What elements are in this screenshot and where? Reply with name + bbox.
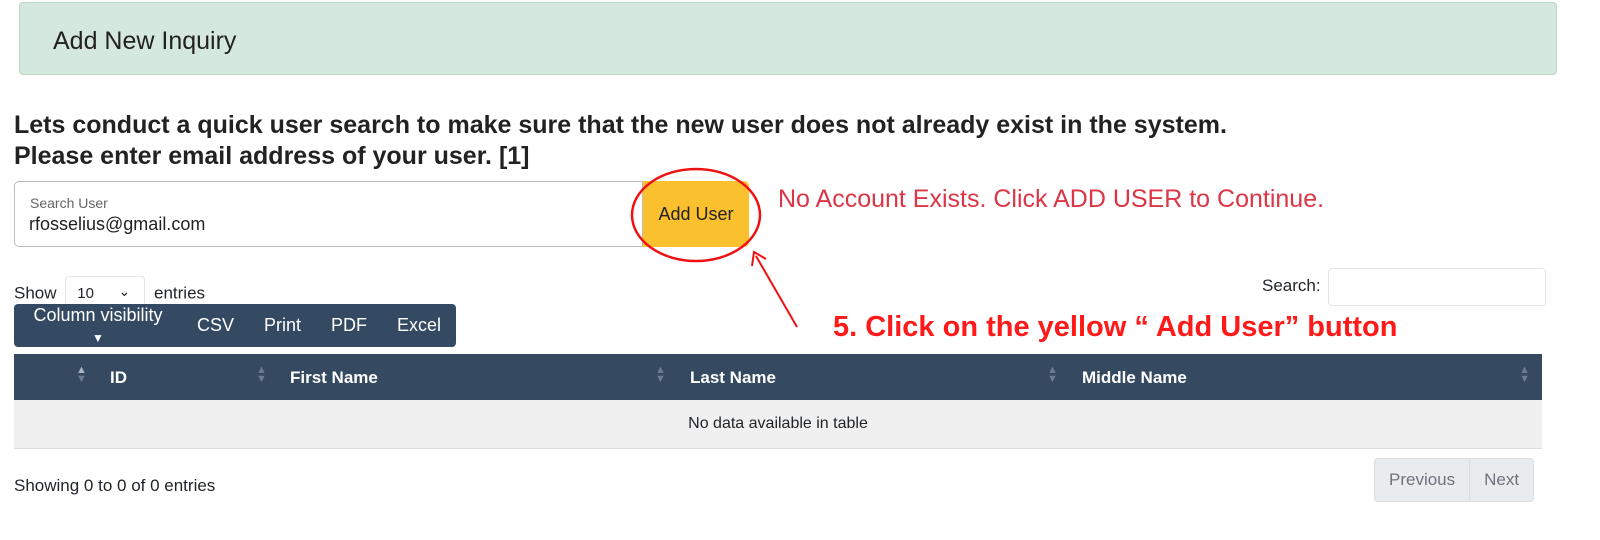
sort-icon: ▲ ▼ bbox=[1047, 364, 1058, 385]
status-message: No Account Exists. Click ADD USER to Con… bbox=[778, 185, 1325, 213]
annotation-text: 5. Click on the yellow “ Add User” butto… bbox=[833, 311, 1398, 343]
instruction-line-2: Please enter email address of your user.… bbox=[14, 142, 530, 170]
column-visibility-label: Column visibility bbox=[33, 304, 163, 325]
search-user-label: Search User bbox=[30, 195, 108, 211]
pdf-button[interactable]: PDF bbox=[316, 304, 382, 347]
annotation-arrow bbox=[755, 255, 798, 328]
sort-icon: ▲ ▼ bbox=[256, 364, 267, 385]
sort-icon: ▲ ▼ bbox=[76, 364, 87, 385]
search-user-field[interactable]: Search User bbox=[14, 181, 643, 247]
arrow-head-icon bbox=[751, 250, 767, 267]
column-header-first-name[interactable]: ▲ ▼ First Name bbox=[254, 354, 654, 400]
print-button[interactable]: Print bbox=[249, 304, 316, 347]
instruction-line-1: Lets conduct a quick user search to make… bbox=[14, 111, 1227, 139]
empty-table-message: No data available in table bbox=[14, 400, 1542, 449]
column-label: ID bbox=[110, 368, 127, 387]
table-search-label: Search: bbox=[1262, 276, 1321, 295]
table-row: No data available in table bbox=[14, 400, 1542, 449]
chevron-down-icon: ⌄ bbox=[118, 283, 131, 299]
column-header-last-name[interactable]: ▲ ▼ Last Name bbox=[654, 354, 1046, 400]
caret-down-icon: ▼ bbox=[92, 330, 104, 345]
table-header-row: ▲ ▼ ID ▲ ▼ First Name ▲ ▼ Last Name ▲ ▼ Middle N… bbox=[14, 354, 1542, 400]
column-label: Last Name bbox=[690, 368, 776, 387]
users-table: ▲ ▼ ID ▲ ▼ First Name ▲ ▼ Last Name ▲ ▼ Middle N… bbox=[14, 354, 1542, 449]
column-label: First Name bbox=[290, 368, 378, 387]
show-label: Show bbox=[14, 283, 57, 303]
csv-button[interactable]: CSV bbox=[182, 304, 249, 347]
table-search-input[interactable] bbox=[1328, 268, 1546, 306]
column-header-middle-name[interactable]: ▲ ▼ Middle Name ▲ ▼ bbox=[1046, 354, 1542, 400]
page-title: Add New Inquiry bbox=[53, 27, 237, 55]
column-label: Middle Name bbox=[1082, 368, 1187, 387]
column-visibility-button[interactable]: Column visibility ▼ bbox=[14, 304, 182, 347]
add-user-button[interactable]: Add User bbox=[643, 181, 749, 247]
next-page-button[interactable]: Next bbox=[1469, 459, 1534, 501]
pagination: Previous Next bbox=[1374, 458, 1535, 502]
previous-page-button[interactable]: Previous bbox=[1375, 459, 1470, 501]
sort-icon: ▲ ▼ bbox=[1519, 364, 1530, 385]
entries-select-value: 10 bbox=[77, 285, 94, 302]
column-header-id[interactable]: ▲ ▼ ID bbox=[14, 354, 254, 400]
export-toolbar: Column visibility ▼ CSV Print PDF Excel bbox=[14, 304, 456, 347]
table-info: Showing 0 to 0 of 0 entries bbox=[14, 476, 216, 495]
excel-button[interactable]: Excel bbox=[382, 304, 456, 347]
sort-icon: ▲ ▼ bbox=[655, 364, 666, 385]
instructions: Lets conduct a quick user search to make… bbox=[14, 110, 1227, 172]
page-header: Add New Inquiry bbox=[19, 2, 1557, 75]
entries-label: entries bbox=[154, 283, 206, 303]
search-user-input[interactable] bbox=[29, 214, 609, 235]
